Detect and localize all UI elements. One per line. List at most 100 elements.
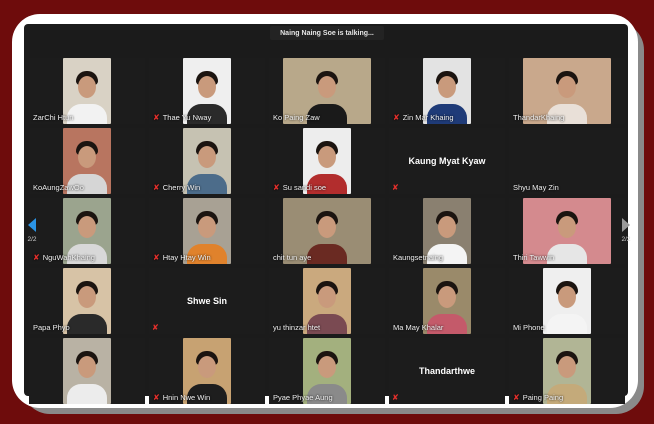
video-person-face <box>558 286 576 309</box>
muted-mic-icon: ✘ <box>153 252 160 262</box>
video-person-face <box>318 356 336 379</box>
active-speaker-banner: Naing Naing Soe is talking... <box>270 26 384 40</box>
muted-mic-icon: ✘ <box>153 392 160 402</box>
participant-name: ZarChi Htun <box>33 113 74 122</box>
participant-name-label: ✘ Hnin Nwe Win <box>153 393 210 402</box>
participant-name-label: chit tun aye <box>273 253 311 262</box>
video-person-face <box>198 216 216 239</box>
participant-tile[interactable]: ✘ Zin Mar Khaing <box>389 58 505 124</box>
muted-mic-icon: ✘ <box>392 183 399 192</box>
participant-name: Paing Paing <box>522 393 564 402</box>
chevron-left-icon <box>28 218 36 232</box>
video-person-face <box>198 76 216 99</box>
video-person-body <box>67 314 107 334</box>
participant-name-label: Ma May Khalar <box>393 323 443 332</box>
muted-mic-icon: ✘ <box>153 112 160 122</box>
participant-name-label: yu thinzar htet <box>273 323 320 332</box>
participant-name: Htay Htay Win <box>162 253 211 262</box>
participant-name-label: Papa Phyo <box>33 323 70 332</box>
video-person-body <box>67 384 107 404</box>
video-person-face <box>78 216 96 239</box>
page-indicator-right: 2/2 <box>621 236 631 243</box>
participant-name: chit tun aye <box>273 253 312 262</box>
chevron-right-icon <box>622 218 630 232</box>
participant-name: Kaungsetnaing <box>393 253 444 262</box>
participant-name: Mi Phone <box>513 323 545 332</box>
participant-name-label: ✘ Htay Htay Win <box>153 253 211 262</box>
participant-tile[interactable]: Pyae Phyae Aung <box>269 338 385 404</box>
video-person-face <box>558 76 576 99</box>
participant-tile[interactable]: Papa Phyo <box>29 268 145 334</box>
participant-tile[interactable]: Kaung Myat Kyaw ✘ <box>389 128 505 194</box>
participant-tile[interactable]: ✘ Su sandi soe <box>269 128 385 194</box>
video-person-face <box>318 286 336 309</box>
participant-tile[interactable]: ZarChi Htun <box>29 58 145 124</box>
participant-name: NguWahKhaing <box>42 253 95 262</box>
participant-name-label: Mi Phone <box>513 323 545 332</box>
participant-tile[interactable]: KoAungZawOo <box>29 128 145 194</box>
participant-name: yu thinzar htet <box>273 323 321 332</box>
participant-name: Su sandi soe <box>282 183 327 192</box>
participant-tile[interactable]: ✘ NguWahKhaing <box>29 198 145 264</box>
participant-name-label: Pyae Phyae Aung <box>273 393 333 402</box>
page-indicator-left: 2/2 <box>27 236 37 243</box>
participant-tile[interactable]: Kaungsetnaing <box>389 198 505 264</box>
participant-tile[interactable]: Shwe Sin ✘ <box>149 268 265 334</box>
participant-tile[interactable]: Ko Paing Zaw <box>269 58 385 124</box>
video-person-face <box>318 146 336 169</box>
video-person-face <box>558 216 576 239</box>
participant-tile[interactable]: ✘ Htay Htay Win <box>149 198 265 264</box>
video-person-face <box>318 216 336 239</box>
participant-tile[interactable]: ✘ Cherry Win <box>149 128 265 194</box>
participant-tile[interactable]: ThandarKhaing <box>509 58 625 124</box>
participant-tile[interactable]: Thandarthwe ✘ <box>389 338 505 404</box>
muted-mic-icon: ✘ <box>392 393 399 402</box>
participant-tile[interactable]: chit tun aye <box>269 198 385 264</box>
participant-name: Shyu May Zin <box>513 183 559 192</box>
muted-mic-icon: ✘ <box>153 182 160 192</box>
participant-display-name: Thandarthwe <box>418 366 475 376</box>
participant-tile[interactable]: ✘ Hnin Nwe Win <box>149 338 265 404</box>
participant-tile[interactable]: ✘ Thae Yu Nway <box>149 58 265 124</box>
muted-mic-icon: ✘ <box>152 323 159 332</box>
participant-tile[interactable]: Ma May Khalar <box>389 268 505 334</box>
video-person-face <box>438 216 456 239</box>
participant-name: Papa Phyo <box>33 323 70 332</box>
participant-tile[interactable]: yu thinzar htet <box>269 268 385 334</box>
participant-name-label: ZarChi Htun <box>33 113 73 122</box>
previous-page-button[interactable]: 2/2 <box>25 218 39 243</box>
next-page-button[interactable]: 2/2 <box>619 218 633 243</box>
participant-name: Ma May Khalar <box>393 323 444 332</box>
participant-tile[interactable]: Thiri Tawwin <box>509 198 625 264</box>
participant-tile[interactable]: Mi Phone <box>509 268 625 334</box>
participant-tile[interactable]: Shyu May Zin <box>509 128 625 194</box>
muted-mic-icon: ✘ <box>273 182 280 192</box>
video-person-face <box>78 76 96 99</box>
participant-name: Ko Paing Zaw <box>273 113 320 122</box>
participant-name-label: ThandarKhaing <box>513 113 564 122</box>
participant-name-label: ✘ Zin Mar Khaing <box>393 113 454 122</box>
participant-video <box>543 268 591 334</box>
video-person-body <box>307 244 347 264</box>
participant-tile[interactable]: ✘ Paing Paing <box>509 338 625 404</box>
participant-tile[interactable] <box>29 338 145 404</box>
participant-name: Pyae Phyae Aung <box>273 393 333 402</box>
participant-display-name: Kaung Myat Kyaw <box>408 156 486 166</box>
participant-display-name: Shwe Sin <box>186 296 227 306</box>
muted-mic-icon: ✘ <box>513 392 520 402</box>
muted-mic-icon: ✘ <box>33 252 40 262</box>
participant-name: Hnin Nwe Win <box>162 393 211 402</box>
participant-name-label: Thiri Tawwin <box>513 253 554 262</box>
participant-name: Thiri Tawwin <box>513 253 555 262</box>
participant-video <box>63 268 111 334</box>
muted-mic-icon: ✘ <box>393 112 400 122</box>
participant-name-label: KoAungZawOo <box>33 183 84 192</box>
participant-name-label: Ko Paing Zaw <box>273 113 320 122</box>
video-person-face <box>78 286 96 309</box>
participant-name-label: ✘ NguWahKhaing <box>33 253 95 262</box>
video-person-face <box>78 146 96 169</box>
gallery-view: ZarChi Htun ✘ Thae Yu Nway Ko Paing Zaw ✘ Zin… <box>29 58 625 404</box>
participant-name-label: ✘ Thae Yu Nway <box>153 113 211 122</box>
participant-name: Zin Mar Khaing <box>402 113 454 122</box>
video-person-body <box>547 314 587 334</box>
